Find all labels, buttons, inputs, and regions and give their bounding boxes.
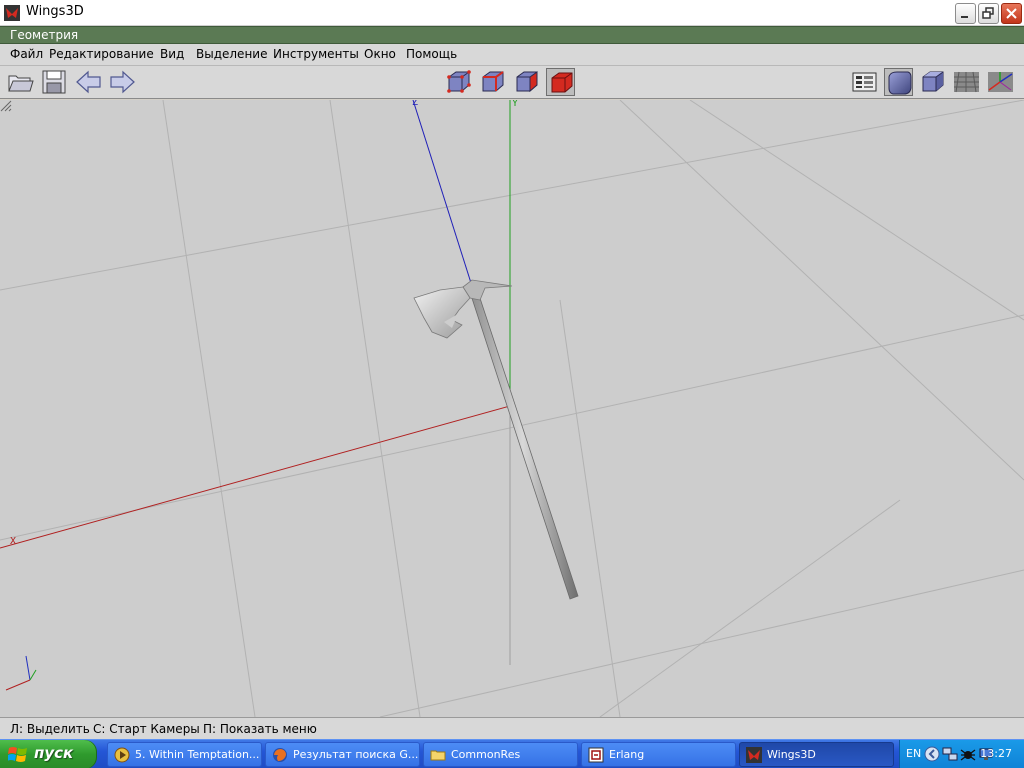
restore-icon (982, 7, 994, 19)
task-label: CommonRes (451, 748, 521, 761)
hint-select: Л: Выделить (10, 722, 90, 736)
edge-select-icon (482, 71, 504, 92)
undo-arrow-icon (76, 70, 101, 94)
close-button[interactable] (1001, 3, 1022, 24)
taskbar: пуск 5. Within Temptation... Результат п… (0, 739, 1024, 768)
smooth-shading-icon (888, 71, 912, 95)
firefox-icon (273, 748, 287, 762)
open-folder-icon (8, 75, 34, 92)
ground-grid-button[interactable] (952, 68, 981, 96)
task-label: 5. Within Temptation... (135, 748, 260, 761)
title-bar[interactable]: Wings3D (0, 0, 1024, 26)
x-axis-line (0, 405, 511, 549)
save-button[interactable] (40, 68, 69, 96)
menu-tools[interactable]: Инструменты (273, 47, 359, 61)
y-axis-label: Y (512, 100, 519, 109)
vertex-select-button[interactable] (444, 68, 473, 96)
undo-button[interactable] (74, 68, 103, 96)
resize-grip-icon[interactable] (0, 100, 12, 112)
hint-camera: С: Старт Камеры (93, 722, 200, 736)
window-title: Wings3D (26, 4, 84, 19)
menu-select[interactable]: Выделение (196, 47, 267, 61)
menu-file[interactable]: Файл (10, 47, 43, 61)
wings3d-app-icon (4, 5, 20, 21)
axes-icon (988, 72, 1013, 92)
geometry-window-strip[interactable]: Геометрия (0, 26, 1024, 44)
x-axis-label: X (10, 536, 17, 547)
redo-button[interactable] (108, 68, 137, 96)
smooth-shading-button[interactable] (884, 68, 913, 96)
task-erlang[interactable]: Erlang (581, 742, 736, 767)
clock[interactable]: 13:27 (980, 747, 1012, 760)
windows-logo-icon (8, 747, 27, 762)
menu-view[interactable]: Вид (160, 47, 184, 61)
axis-gizmo (5, 655, 37, 691)
start-button[interactable]: пуск (0, 740, 97, 768)
menu-window[interactable]: Окно (364, 47, 396, 61)
outliner-button[interactable] (850, 68, 879, 96)
toolbar (0, 66, 1024, 99)
task-label: Wings3D (767, 748, 816, 761)
body-select-icon (551, 72, 573, 93)
minimize-icon (961, 16, 968, 18)
status-bar: Л: Выделить С: Старт Камеры П: Показать … (0, 717, 1024, 739)
minimize-button[interactable] (955, 3, 976, 24)
folder-icon (430, 750, 446, 761)
task-wings3d[interactable]: Wings3D (739, 742, 894, 767)
vertex-select-icon (447, 70, 471, 93)
menu-bar: Файл Редактирование Вид Выделение Инстру… (0, 44, 1024, 66)
task-firefox[interactable]: Результат поиска G... (265, 742, 420, 767)
antivirus-spider-icon[interactable] (960, 746, 976, 762)
face-select-button[interactable] (512, 68, 541, 96)
system-tray: EN 13:27 (899, 740, 1024, 768)
hint-menu: П: Показать меню (203, 722, 317, 736)
close-icon (1006, 8, 1017, 19)
flat-shading-icon (922, 71, 944, 92)
edge-select-button[interactable] (478, 68, 507, 96)
task-commonres[interactable]: CommonRes (423, 742, 578, 767)
body-select-button[interactable] (546, 68, 575, 96)
ground-grid-icon (954, 71, 979, 93)
geometry-viewport[interactable]: Z Y X (0, 100, 1024, 717)
flat-shading-button[interactable] (918, 68, 947, 96)
axe-model[interactable] (413, 279, 579, 600)
menu-help[interactable]: Помощь (406, 47, 457, 61)
show-hidden-icons-icon[interactable] (924, 746, 940, 762)
outliner-icon (852, 72, 877, 92)
erlang-icon (588, 747, 604, 763)
face-select-icon (516, 71, 538, 93)
geometry-label: Геометрия (10, 28, 79, 42)
z-axis-label: Z (412, 100, 419, 108)
task-media-player[interactable]: 5. Within Temptation... (107, 742, 262, 767)
axes-toggle-button[interactable] (986, 68, 1015, 96)
save-disk-icon (42, 70, 66, 94)
wings3d-icon (746, 747, 762, 763)
open-button[interactable] (6, 68, 35, 96)
start-label: пуск (34, 744, 74, 762)
scene-canvas[interactable] (0, 100, 1024, 717)
task-label: Результат поиска G... (293, 748, 419, 761)
restore-button[interactable] (978, 3, 999, 24)
language-indicator[interactable]: EN (906, 747, 921, 760)
redo-arrow-icon (110, 70, 135, 94)
menu-edit[interactable]: Редактирование (49, 47, 154, 61)
media-player-icon (114, 747, 130, 763)
network-icon[interactable] (942, 746, 958, 762)
task-label: Erlang (609, 748, 645, 761)
